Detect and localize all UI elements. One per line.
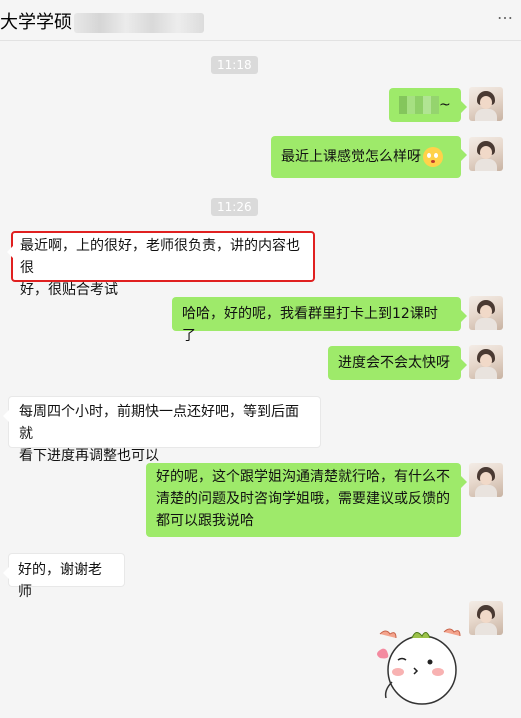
message-bubble-incoming[interactable]: 好的，谢谢老师 [3,553,125,600]
avatar-self[interactable] [469,463,503,497]
message-text-line: 好的呢，这个跟学姐沟通清楚就行哈，有什么不 [156,469,450,485]
message-bubble-outgoing[interactable]: 最近上课感觉怎么样呀 [271,136,467,178]
chat-title: 大学学硕 [0,8,204,34]
avatar-self[interactable] [469,601,503,635]
blurred-name-redaction [74,13,204,33]
timestamp: 11:18 [211,56,258,74]
message-bubble-outgoing[interactable]: 进度会不会太快呀 [328,346,467,380]
message-text-line: 都可以跟我说哈 [156,513,254,529]
message-text-line: 最近啊，上的很好，老师很负责，讲的内容也很 [20,238,300,276]
message-bubble-incoming[interactable]: 每周四个小时，前期快一点还好吧，等到后面就 看下进度再调整也可以 [3,396,321,464]
avatar-self[interactable] [469,87,503,121]
blurred-content [399,96,439,114]
chat-header: 大学学硕 … [0,0,521,41]
message-bubble-outgoing[interactable]: ~ [389,88,467,122]
message-text-line: 每周四个小时，前期快一点还好吧，等到后面就 [19,404,299,442]
smiling-face-icon [423,147,443,167]
message-bubble-outgoing[interactable]: 哈哈，好的呢，我看群里打卡上到12课时了 [172,297,467,344]
cute-bun-sticker-icon[interactable] [370,622,462,714]
message-text: 好的，谢谢老师 [18,562,102,600]
chat-title-text: 大学学硕 [0,12,72,33]
message-text: 进度会不会太快呀 [338,355,450,371]
timestamp: 11:26 [211,198,258,216]
avatar-self[interactable] [469,137,503,171]
message-text-line: 清楚的问题及时咨询学姐哦，需要建议或反馈的 [156,491,450,507]
more-options-icon[interactable]: … [497,4,513,23]
message-text: 哈哈，好的呢，我看群里打卡上到12课时了 [182,306,438,344]
avatar-self[interactable] [469,345,503,379]
message-bubble-incoming[interactable]: 最近啊，上的很好，老师很负责，讲的内容也很 好，很贴合考试 [7,231,315,298]
avatar-self[interactable] [469,296,503,330]
message-text: ~ [439,97,451,113]
message-text: 最近上课感觉怎么样呀 [281,149,421,165]
message-bubble-outgoing[interactable]: 好的呢，这个跟学姐沟通清楚就行哈，有什么不 清楚的问题及时咨询学姐哦，需要建议或… [146,463,467,537]
